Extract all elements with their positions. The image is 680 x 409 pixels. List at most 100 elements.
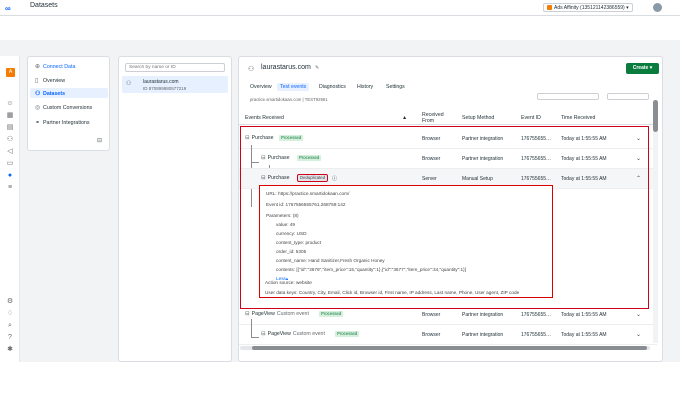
sidebar-item-datasets[interactable]: ⚇ Datasets <box>35 90 65 97</box>
people-icon: ⚇ <box>35 91 41 97</box>
custom-event-label: Custom event <box>276 311 309 317</box>
page-title: laurastarus.com <box>261 64 311 71</box>
edit-icon[interactable]: ✎ <box>315 65 319 71</box>
col-events-received[interactable]: Events Received <box>245 115 284 121</box>
expand-icon[interactable]: ⊟ <box>245 311 250 317</box>
filter-dropdown[interactable] <box>537 93 599 100</box>
status-badge: Processed <box>297 155 322 161</box>
table-row[interactable]: ⊟ Purchase Processed Browser Partner inte… <box>239 149 657 169</box>
table-row[interactable]: ⊟ Purchase Processed Browser Partner inte… <box>239 129 657 149</box>
received-from: Server <box>422 176 437 182</box>
left-rail: A ☺ ▦ ▤ ⚇ ◁ ▭ ● ≡ ⚙ ♢ ⌕ ? ✱ <box>0 56 20 362</box>
create-button[interactable]: Create ▾ <box>626 63 659 74</box>
menu-icon[interactable]: ≡ <box>6 184 14 191</box>
param-value: value: 49 <box>276 222 296 227</box>
table-row[interactable]: ⊟ PageView Custom event Processed Browser … <box>239 305 657 325</box>
avatar[interactable] <box>653 3 662 12</box>
time-received: Today at 1:55:55 AM <box>561 156 607 162</box>
collapse-icon[interactable]: ⊟ <box>97 137 102 144</box>
col-event-id[interactable]: Event ID <box>521 115 541 121</box>
horizontal-scrollbar[interactable] <box>240 346 650 350</box>
grid-icon[interactable]: ▦ <box>6 112 14 119</box>
people-icon: ⚇ <box>126 81 132 87</box>
status-badge: Processed <box>319 311 344 317</box>
received-from: Browser <box>422 136 441 142</box>
time-received: Today at 1:55:55 AM <box>561 176 607 182</box>
chevron-down-icon[interactable]: ⌄ <box>636 155 641 162</box>
search-icon[interactable]: ⌕ <box>6 322 14 329</box>
dataset-name: laurastarus.com <box>143 79 179 85</box>
bug-icon[interactable]: ✱ <box>6 346 14 353</box>
col-time-received[interactable]: Time Received <box>561 115 595 121</box>
info-icon[interactable]: ⓘ <box>332 175 337 182</box>
sidebar-item-custom-conversions[interactable]: ◎ Custom Conversions <box>35 104 92 111</box>
settings-icon[interactable]: ⚙ <box>6 298 14 305</box>
chevron-up-icon[interactable]: ⌃ <box>636 175 641 182</box>
chevron-down-icon[interactable]: ⌄ <box>636 311 641 318</box>
tab-history[interactable]: History <box>357 84 373 90</box>
sidebar-item-connect-data[interactable]: ⊕ Connect Data <box>35 63 75 70</box>
megaphone-icon[interactable]: ◁ <box>6 148 14 155</box>
setup-method: Partner integration <box>462 312 504 318</box>
audience-icon[interactable]: ⚇ <box>6 136 14 143</box>
clear-activity-button[interactable] <box>607 93 649 100</box>
app-body: A ☺ ▦ ▤ ⚇ ◁ ▭ ● ≡ ⚙ ♢ ⌕ ? ✱ ⊕ Connect Dat… <box>0 40 680 362</box>
time-received: Today at 1:55:55 AM <box>561 136 607 142</box>
param-contents: contents: [{"id":"3679","item_price":15,… <box>276 267 467 272</box>
chevron-down-icon[interactable]: ⌄ <box>636 331 641 338</box>
event-name: Purchase <box>267 175 290 181</box>
sidebar-item-partner-integrations[interactable]: ⚭ Partner Integrations <box>35 119 90 126</box>
scroll-thumb[interactable] <box>252 346 647 350</box>
expand-icon[interactable]: ⊟ <box>261 175 266 181</box>
test-domain-line: practice.smartidokaan.com | TEST92961 <box>250 97 328 102</box>
meta-logo-icon[interactable]: ∞ <box>5 4 11 13</box>
catalog-icon[interactable]: ▤ <box>6 124 14 131</box>
list-item[interactable]: ⚇ laurastarus.com ID 870899880577219 <box>122 76 228 93</box>
param-currency: currency: USD <box>276 231 307 236</box>
event-name: Purchase <box>251 135 274 141</box>
target-icon: ◎ <box>35 105 41 111</box>
table-row[interactable]: ⊟ PageView Custom event Processed Browser … <box>239 325 657 345</box>
top-bar: ∞ Datasets Ads Affinity (135121142386559… <box>0 0 680 16</box>
dataset-list: ⚇ laurastarus.com ID 870899880577219 <box>118 56 232 362</box>
setup-method: Partner integration <box>462 136 504 142</box>
event-name: PageView <box>251 311 275 317</box>
received-from: Browser <box>422 332 441 338</box>
chevron-down-icon[interactable]: ⌄ <box>636 135 641 142</box>
event-name: Purchase <box>267 155 290 161</box>
expand-icon[interactable]: ⊟ <box>261 331 266 337</box>
event-id: 176755655… <box>521 136 552 142</box>
sidebar-item-overview[interactable]: ▯ Overview <box>35 77 65 84</box>
billing-icon[interactable]: ▭ <box>6 160 14 167</box>
sort-arrow-icon[interactable]: ▲ <box>402 115 407 121</box>
events-manager-icon[interactable]: ● <box>6 172 14 179</box>
scroll-thumb[interactable] <box>653 100 658 132</box>
param-order-id: order_id: 5305 <box>276 249 307 254</box>
status-badge: Deduplicated <box>296 174 329 182</box>
event-id: 176755655… <box>521 156 552 162</box>
received-from: Browser <box>422 312 441 318</box>
account-icon <box>547 5 552 11</box>
vertical-scrollbar[interactable] <box>653 100 658 343</box>
setup-method: Manual Setup <box>462 176 493 182</box>
divider <box>239 124 657 125</box>
help-icon[interactable]: ? <box>6 334 14 341</box>
tab-overview[interactable]: Overview <box>250 84 272 90</box>
event-id: 176755655… <box>521 332 552 338</box>
tab-diagnostics[interactable]: Diagnostics <box>319 84 346 90</box>
expand-icon[interactable]: ⊟ <box>245 135 250 141</box>
bell-icon[interactable]: ♢ <box>6 310 14 317</box>
tab-test-events[interactable]: Test events <box>277 83 310 91</box>
event-id: 176755655… <box>521 176 552 182</box>
account-selector[interactable]: Ads Affinity (135121142386559) ▾ <box>543 3 633 12</box>
col-setup-method[interactable]: Setup Method <box>462 115 494 121</box>
col-received-from[interactable]: Received From <box>422 112 446 124</box>
detail-event-id: Event id: 1767556555761.268759:142 <box>266 202 346 207</box>
smile-icon[interactable]: ☺ <box>6 100 14 107</box>
time-received: Today at 1:55:55 AM <box>561 312 607 318</box>
custom-event-label: Custom event <box>292 331 325 337</box>
account-avatar[interactable]: A <box>6 68 15 77</box>
search-input[interactable] <box>125 63 225 72</box>
tab-settings[interactable]: Settings <box>386 84 405 90</box>
expand-icon[interactable]: ⊟ <box>261 155 266 161</box>
